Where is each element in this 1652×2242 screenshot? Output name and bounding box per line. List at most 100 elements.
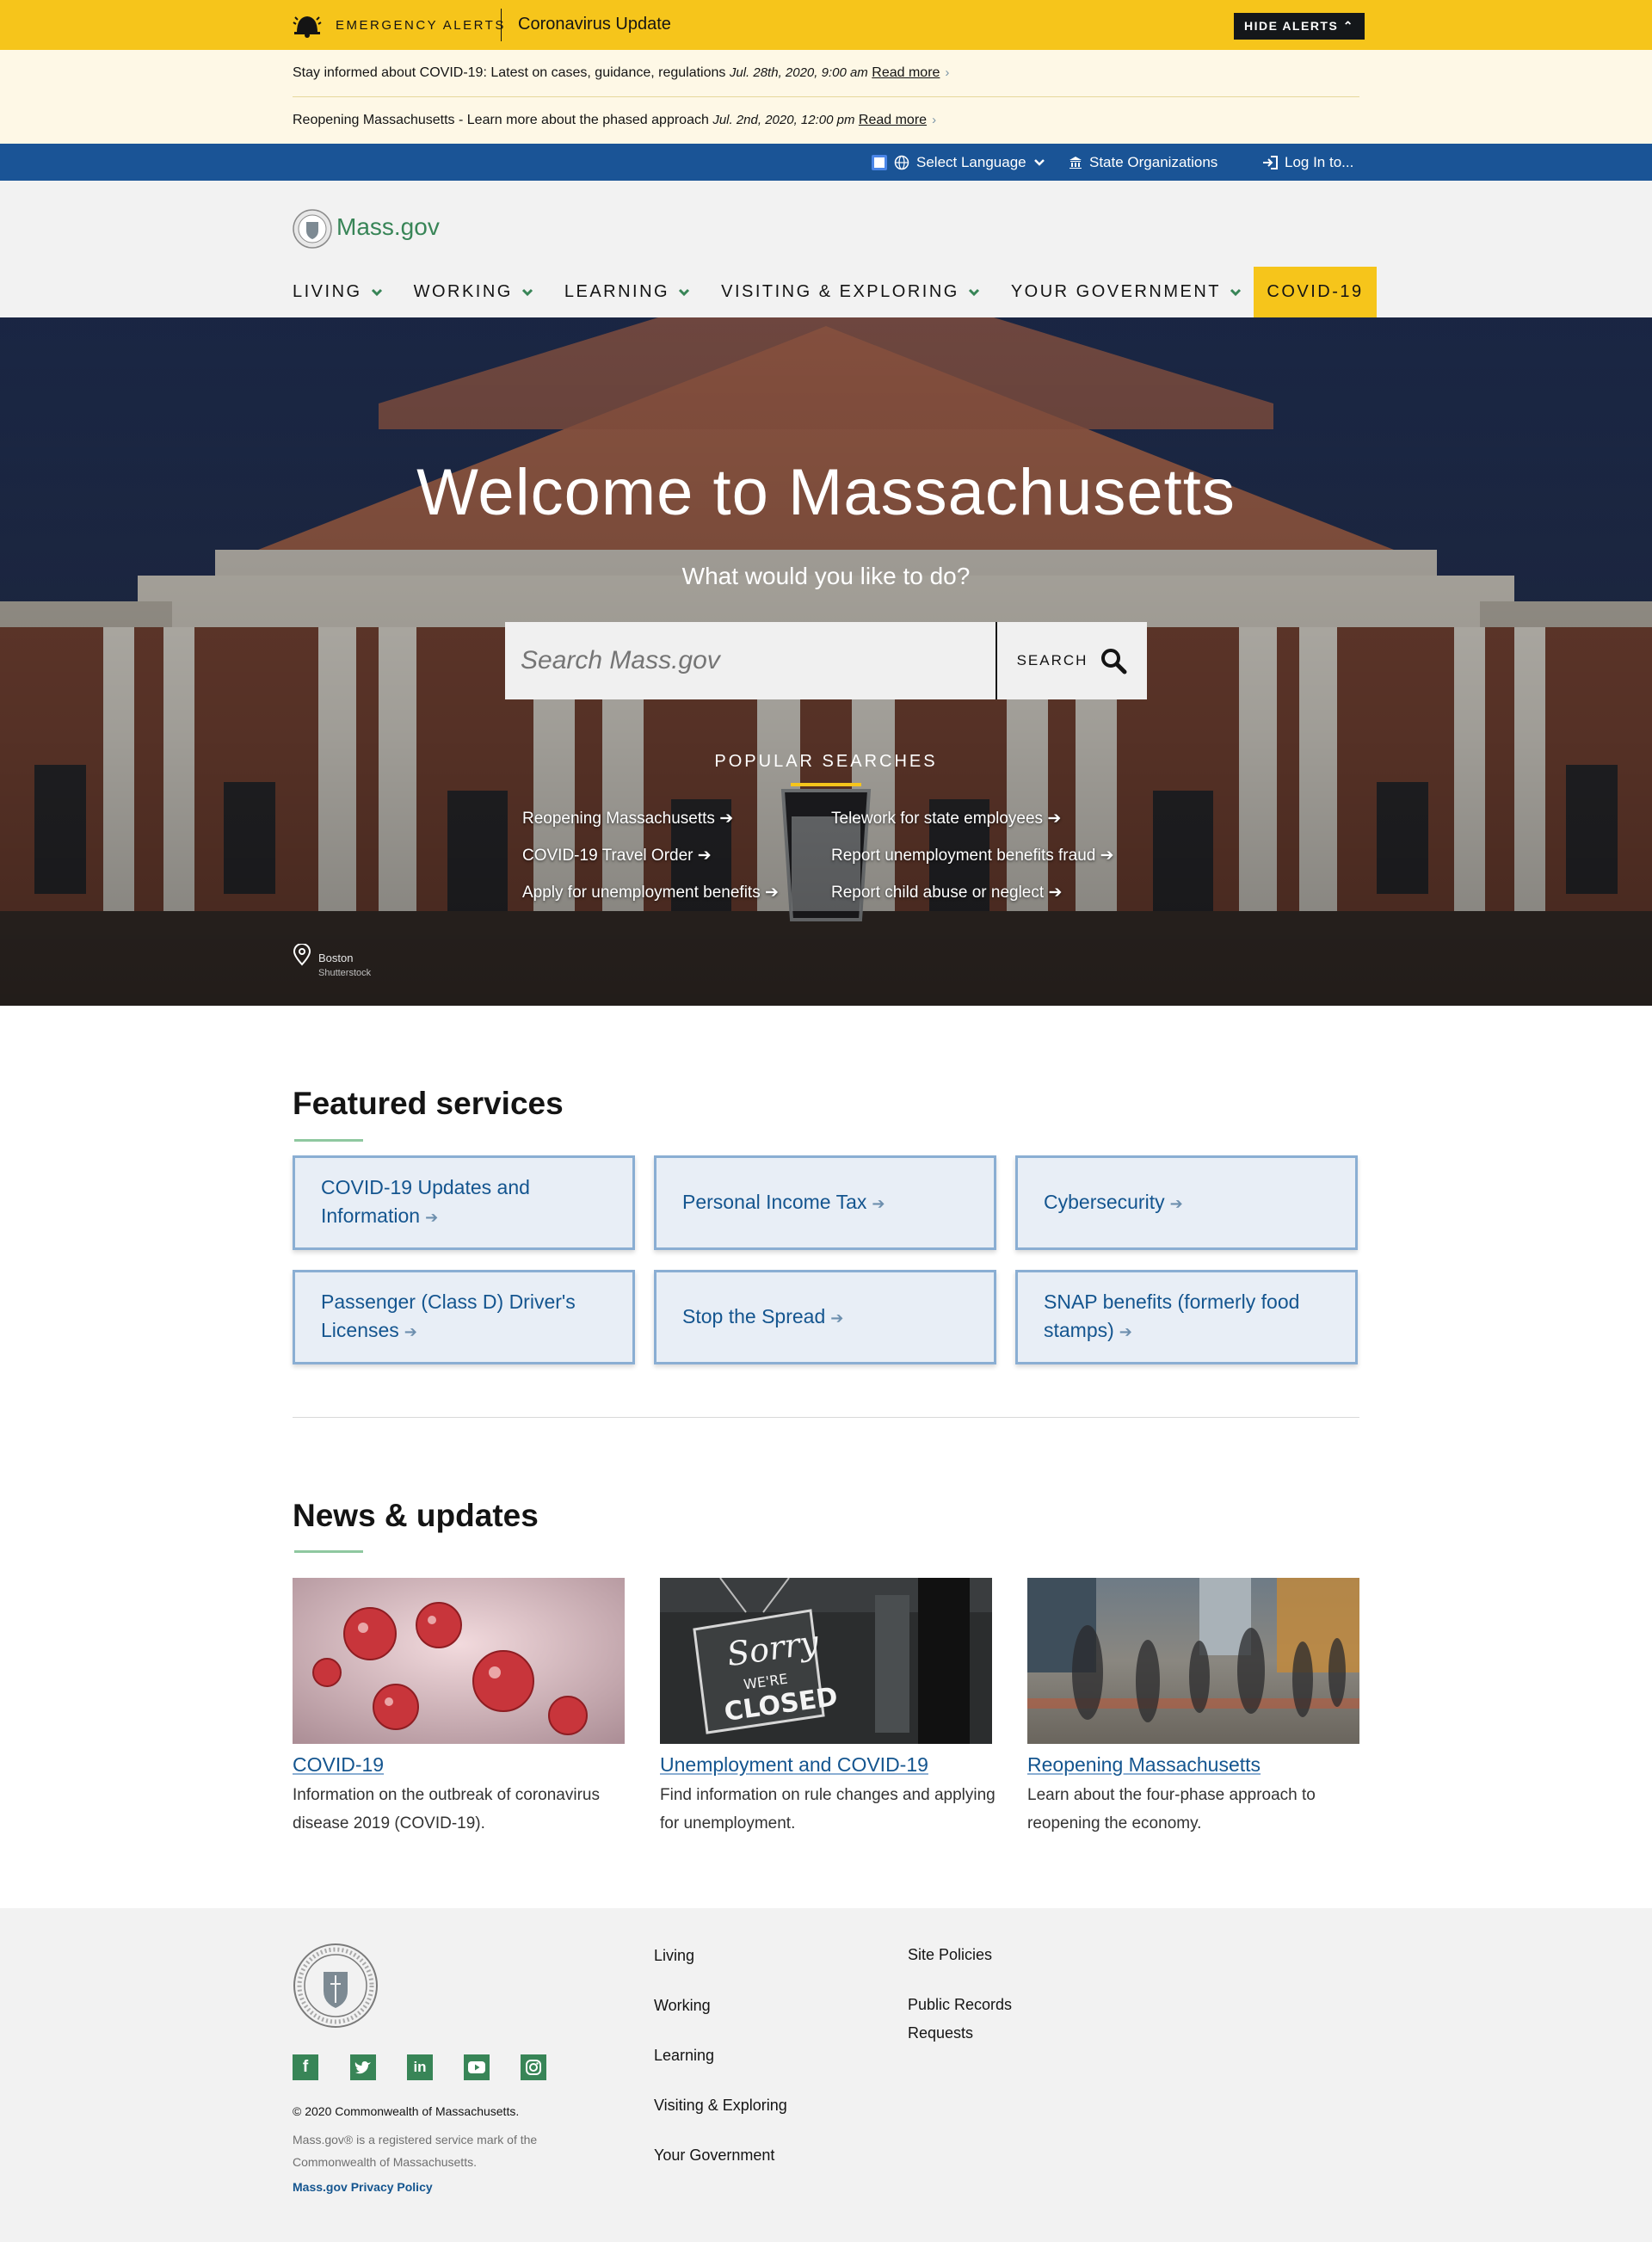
featured-card[interactable]: SNAP benefits (formerly food stamps) ➔ [1015, 1270, 1358, 1364]
alert-bell-icon [293, 16, 322, 38]
footer-site-policies-link[interactable]: Site Policies [908, 1941, 1063, 1969]
alert-divider [501, 9, 502, 41]
footer-nav-your-government[interactable]: Your Government [654, 2147, 774, 2165]
popular-search-link[interactable]: Report child abuse or neglect ➔ [831, 883, 1062, 902]
covid-virus-image[interactable] [293, 1578, 625, 1744]
featured-card[interactable]: COVID-19 Updates and Information ➔ [293, 1155, 635, 1250]
featured-card-text: Personal Income Tax [682, 1190, 867, 1213]
popular-search-link[interactable]: Report unemployment benefits fraud ➔ [831, 846, 1114, 865]
hide-alerts-button[interactable]: HIDE ALERTS ⌃ [1234, 13, 1365, 40]
featured-card[interactable]: Personal Income Tax ➔ [654, 1155, 996, 1250]
footer-nav-visiting-exploring[interactable]: Visiting & Exploring [654, 2097, 787, 2115]
news-link-reopening[interactable]: Reopening Massachusetts [1027, 1753, 1261, 1777]
trademark-text: Mass.gov® is a registered service mark o… [293, 2133, 538, 2169]
alert-item: Stay informed about COVID-19: Latest on … [293, 50, 1359, 96]
nav-learning[interactable]: LEARNING [564, 267, 690, 317]
heading-underline [294, 1139, 363, 1142]
chevron-down-icon [968, 288, 979, 296]
popular-search-label: Apply for unemployment benefits [522, 884, 761, 902]
alert-date: Jul. 28th, 2020, 9:00 am [729, 65, 868, 80]
popular-searches-underline [791, 783, 861, 786]
chevron-down-icon [679, 288, 690, 296]
footer-public-records-link[interactable]: Public Records Requests [908, 1991, 1063, 2048]
site-header: Mass.gov LIVING WORKING LEARNING VISITIN… [0, 181, 1652, 317]
popular-search-link[interactable]: Reopening Massachusetts ➔ [522, 809, 733, 828]
arrow-right-icon: ➔ [1169, 1194, 1183, 1212]
popular-search-link[interactable]: Telework for state employees ➔ [831, 809, 1061, 828]
featured-card[interactable]: Passenger (Class D) Driver's Licenses ➔ [293, 1270, 635, 1364]
select-language-label: Select Language [916, 154, 1026, 170]
alert-read-more-link[interactable]: Read more [859, 113, 927, 127]
featured-card[interactable]: Stop the Spread ➔ [654, 1270, 996, 1364]
heading-underline [294, 1550, 363, 1553]
arrow-right-icon: ➔ [719, 810, 734, 828]
news-description: Find information on rule changes and app… [660, 1786, 996, 1832]
twitter-icon[interactable] [350, 2054, 376, 2080]
hero-banner: Welcome to Massachusetts What would you … [0, 317, 1652, 1006]
nav-living[interactable]: LIVING [293, 267, 383, 317]
alert-text: Stay informed about COVID-19: Latest on … [293, 65, 726, 80]
alert-date: Jul. 2nd, 2020, 12:00 pm [712, 113, 855, 127]
state-organizations-button[interactable]: State Organizations [1069, 144, 1217, 181]
globe-icon [894, 155, 909, 169]
emergency-alert-bar: EMERGENCY ALERTS Coronavirus Update HIDE… [0, 0, 1652, 50]
select-language-button[interactable]: Select Language [872, 144, 1045, 181]
alert-read-more-link[interactable]: Read more [872, 65, 940, 80]
state-organizations-label: State Organizations [1089, 154, 1218, 170]
mass-gov-logo[interactable]: Mass.gov [336, 213, 440, 241]
facebook-icon[interactable]: f [293, 2054, 318, 2080]
youtube-icon[interactable] [464, 2054, 490, 2080]
popular-search-link[interactable]: Apply for unemployment benefits ➔ [522, 883, 779, 902]
chevron-right-icon: › [932, 113, 937, 127]
login-icon [1263, 155, 1278, 169]
hero-subtitle: What would you like to do? [681, 563, 971, 589]
news-link-unemployment[interactable]: Unemployment and COVID-19 [660, 1753, 928, 1777]
emergency-alerts-label: EMERGENCY ALERTS [336, 18, 506, 33]
chevron-down-icon [1230, 288, 1242, 296]
copyright-text: © 2020 Commonwealth of Massachusetts. [293, 2104, 520, 2118]
image-caption-credit: Shutterstock [318, 968, 372, 978]
search-icon [1101, 649, 1127, 674]
chevron-down-icon [371, 288, 382, 296]
featured-card-label: Stop the Spread ➔ [682, 1303, 843, 1333]
main-navigation: LIVING WORKING LEARNING VISITING & EXPLO… [293, 267, 1273, 317]
search-input[interactable] [505, 622, 996, 699]
nav-covid-19[interactable]: COVID-19 [1254, 267, 1377, 317]
arrow-right-icon: ➔ [404, 1323, 417, 1340]
popular-searches-heading: POPULAR SEARCHES [714, 752, 938, 771]
nav-working[interactable]: WORKING [414, 267, 533, 317]
footer-nav-living[interactable]: Living [654, 1947, 694, 1965]
arrow-right-icon: ➔ [1047, 810, 1062, 828]
popular-search-label: Telework for state employees [831, 810, 1044, 828]
hero-title: Welcome to Massachusetts [416, 456, 1236, 529]
street-crowd-image[interactable] [1027, 1578, 1359, 1744]
featured-card-text: Cybersecurity [1044, 1190, 1165, 1213]
nav-visiting-exploring[interactable]: VISITING & EXPLORING [721, 267, 980, 317]
chevron-down-icon [521, 288, 533, 296]
arrow-right-icon: ➔ [1048, 884, 1063, 902]
nav-label: LEARNING [564, 282, 670, 301]
privacy-policy-link[interactable]: Mass.gov Privacy Policy [293, 2180, 433, 2194]
footer-nav-learning[interactable]: Learning [654, 2047, 714, 2065]
building-icon [1069, 156, 1082, 169]
login-button[interactable]: Log In to... [1262, 144, 1353, 181]
image-caption-place: Boston [318, 952, 354, 964]
nav-label: VISITING & EXPLORING [721, 282, 959, 301]
popular-search-link[interactable]: COVID-19 Travel Order ➔ [522, 846, 712, 865]
news-link-covid[interactable]: COVID-19 [293, 1753, 384, 1777]
footer-nav-working[interactable]: Working [654, 1997, 711, 2015]
featured-card-text: Stop the Spread [682, 1304, 826, 1327]
instagram-icon[interactable] [521, 2054, 546, 2080]
search-button[interactable]: SEARCH [997, 622, 1147, 699]
closed-sign-image[interactable]: Sorry WE'RE CLOSED [660, 1578, 992, 1744]
featured-card[interactable]: Cybersecurity ➔ [1015, 1155, 1358, 1250]
alert-list: Stay informed about COVID-19: Latest on … [0, 50, 1652, 144]
nav-your-government[interactable]: YOUR GOVERNMENT [1011, 267, 1242, 317]
arrow-right-icon: ➔ [1100, 847, 1114, 865]
site-footer: f in © 2020 Commonwealth of Massachusett… [0, 1908, 1652, 2242]
linkedin-icon[interactable]: in [407, 2054, 433, 2080]
featured-card-label: Cybersecurity ➔ [1044, 1188, 1183, 1218]
featured-card-label: Passenger (Class D) Driver's Licenses ➔ [321, 1288, 607, 1346]
mass-seal-icon[interactable] [293, 209, 332, 249]
chevron-down-icon [1033, 158, 1045, 166]
